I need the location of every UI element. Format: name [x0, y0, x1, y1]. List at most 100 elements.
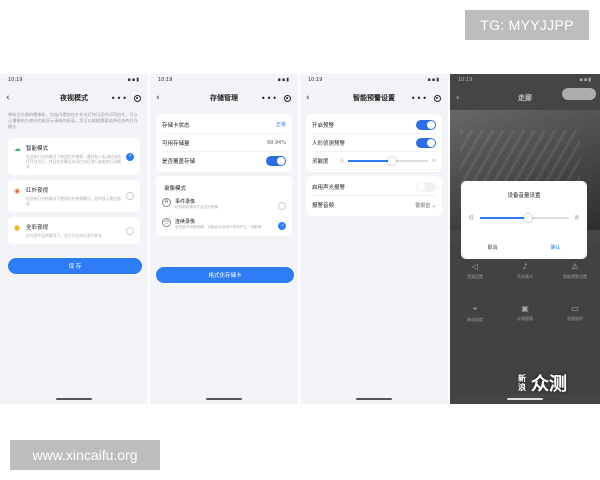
target-icon[interactable] [284, 94, 291, 102]
status-time: 10:19 [8, 77, 23, 83]
status-icons: ▪▪▮ [427, 77, 440, 83]
event-icon: A [162, 198, 171, 207]
home-indicator [56, 398, 92, 400]
row-value: 99.94% [266, 139, 286, 146]
slider-knob[interactable] [524, 214, 533, 222]
night-vision-screen: 10:19 ▪▪▮ ‹ 夜视模式 ••• 带有全光源的摄像机，包括内置的红外补光… [0, 74, 148, 404]
mode-desc: 在没有灯光的情况下使用红外夜视，遇到有人走动时自动打开白光灯，并且在安静后关闭白… [26, 154, 121, 169]
more-icon[interactable]: ••• [261, 94, 278, 103]
home-indicator [356, 398, 392, 400]
save-button[interactable]: 保 存 [8, 258, 142, 274]
slider-low-label: 低 [340, 157, 344, 163]
more-icon[interactable]: ••• [111, 94, 128, 103]
rec-radio-selected[interactable] [278, 222, 286, 230]
cloud-icon: ☁ [14, 145, 21, 153]
row-label: 报警音频 [312, 203, 335, 209]
mode-title: 全彩夜视 [26, 225, 49, 231]
available-storage-row: 可用存储量 99.94% [162, 134, 286, 152]
format-sd-button[interactable]: 格式化存储卡 [156, 267, 294, 283]
overwrite-toggle[interactable] [266, 156, 286, 166]
storage-card: 存储卡状态 正常 可用存储量 99.94% 是否覆盖存储 [156, 114, 292, 172]
slider-fill [348, 159, 392, 162]
status-bar: 10:19 ▪▪▮ [0, 74, 148, 86]
back-icon[interactable]: ‹ [6, 93, 18, 103]
home-indicator [206, 398, 242, 400]
sensitivity-slider[interactable] [348, 156, 428, 165]
title-bar: ‹ 夜视模式 ••• [0, 86, 148, 110]
more-icon[interactable]: ••• [411, 94, 428, 103]
slider-low-label: 低 [469, 216, 474, 221]
enable-alert-toggle[interactable] [416, 119, 436, 130]
human-detect-row: 人形侦测预警 [312, 134, 436, 152]
mode-radio[interactable] [126, 226, 134, 235]
rec-desc: 全天候不间断录像，可能会对存储卡寿命产生一定影响 [175, 225, 262, 229]
rec-title: 事件录像 [175, 199, 196, 205]
row-label: 人形侦测预警 [312, 140, 346, 147]
human-detect-toggle[interactable] [416, 137, 436, 148]
watermark-small: 新浪 [518, 374, 526, 392]
page-description: 带有全光源的摄像机，包括内置的红外补光灯和可见的LED白光，可以让摄像机在夜间也… [8, 112, 138, 129]
storage-status-row: 存储卡状态 正常 [162, 116, 286, 134]
alert-card: 开启预警 人形侦测预警 灵敏度 低 中 [306, 114, 442, 172]
rec-radio[interactable] [278, 202, 286, 210]
mode-radio[interactable] [126, 192, 134, 200]
mode-desc: 在没有灯光的情况下使用红外夜视模式，此时显示黑白画面 [26, 196, 121, 206]
chevron-down-icon: ⌄ [431, 202, 436, 209]
mode-radio-selected[interactable] [126, 152, 134, 161]
confirm-button[interactable]: 确认 [550, 244, 560, 251]
sound-card: 启用声光报警 报警音频 警报音 ⌄ [306, 176, 442, 216]
home-indicator [507, 398, 543, 400]
overwrite-row: 是否覆盖存储 [162, 152, 286, 170]
sina-watermark: 新浪 众测 [518, 370, 567, 396]
modal-title: 设备音量设置 [507, 193, 541, 199]
mode-title: 红外夜视 [26, 188, 49, 194]
title-bar: ‹ 存储管理 ••• [150, 86, 298, 110]
rec-mode-event[interactable]: A 事件录像 检测到异常时才会进行录像 [162, 194, 286, 214]
clock-icon: ◷ [162, 218, 171, 227]
sound-alarm-toggle[interactable] [416, 181, 436, 192]
status-icons: ▪▪▮ [277, 77, 290, 83]
slider-high-label: 中 [432, 157, 436, 163]
row-label: 启用声光报警 [312, 184, 346, 191]
mode-card-infrared[interactable]: ◉ 红外夜视 在没有灯光的情况下使用红外夜视模式，此时显示黑白画面 [8, 180, 140, 212]
cancel-button[interactable]: 取消 [487, 244, 497, 251]
title-bar: ‹ 智能预警设置 ••• [300, 86, 448, 110]
site-badge: www.xincaifu.org [10, 440, 160, 470]
target-icon[interactable] [434, 94, 441, 102]
smart-alert-screen: 10:19 ▪▪▮ ‹ 智能预警设置 ••• 开启预警 人形侦测预警 灵敏度 低 [300, 74, 448, 404]
back-icon[interactable]: ‹ [306, 93, 318, 103]
watermark-main: 众测 [531, 374, 567, 395]
rec-desc: 检测到异常时才会进行录像 [175, 205, 219, 209]
mode-title: 智能模式 [26, 146, 49, 152]
camera-screen: 10:19 ▪▪▮ ‹ 走廊 ◁ 音量设置 ♪ 声光模式 ⚠ 智能预警设置 ⌖ … [450, 74, 600, 404]
storage-screen: 10:19 ▪▪▮ ‹ 存储管理 ••• 存储卡状态 正常 可用存储量 99.9… [150, 74, 298, 404]
alarm-audio-row[interactable]: 报警音频 警报音 ⌄ [312, 196, 436, 214]
volume-slider[interactable] [479, 214, 569, 222]
infrared-icon: ◉ [14, 187, 21, 195]
slider-knob[interactable] [388, 156, 396, 165]
record-mode-card: 录像模式 A 事件录像 检测到异常时才会进行录像 ◷ 连续录像 全天候不间断录像… [156, 176, 292, 236]
status-bar: 10:19 ▪▪▮ [150, 74, 298, 86]
sound-alarm-row: 启用声光报警 [312, 178, 436, 196]
target-icon[interactable] [134, 94, 141, 102]
modal-actions: 取消 确认 [461, 244, 587, 251]
status-time: 10:19 [308, 77, 323, 83]
rec-title: 连续录像 [175, 219, 196, 225]
row-label: 是否覆盖存储 [162, 159, 196, 165]
rec-mode-continuous[interactable]: ◷ 连续录像 全天候不间断录像，可能会对存储卡寿命产生一定影响 [162, 214, 286, 234]
telegram-badge: TG: MYYJJPP [465, 10, 589, 40]
back-icon[interactable]: ‹ [156, 93, 168, 103]
row-value: 正常 [275, 122, 286, 128]
mode-card-fullcolor[interactable]: ● 全彩夜视 在光线不足的情况下，会打开白光灯进行补光 [8, 217, 140, 244]
sensitivity-row: 灵敏度 低 中 [312, 152, 436, 170]
row-label: 开启预警 [312, 122, 335, 129]
slider-fill [479, 217, 529, 219]
mode-card-smart[interactable]: ☁ 智能模式 在没有灯光的情况下使用红外夜视，遇到有人走动时自动打开白光灯，并且… [8, 138, 140, 175]
row-label: 可用存储量 [162, 140, 190, 147]
volume-modal: 设备音量设置 低 高 取消 确认 [461, 181, 587, 259]
row-label: 存储卡状态 [162, 122, 190, 129]
status-icons: ▪▪▮ [127, 77, 140, 83]
collage: 10:19 ▪▪▮ ‹ 夜视模式 ••• 带有全光源的摄像机，包括内置的红外补光… [0, 0, 600, 480]
slider-high-label: 高 [574, 216, 580, 221]
mode-desc: 在光线不足的情况下，会打开白光灯进行补光 [26, 233, 102, 238]
